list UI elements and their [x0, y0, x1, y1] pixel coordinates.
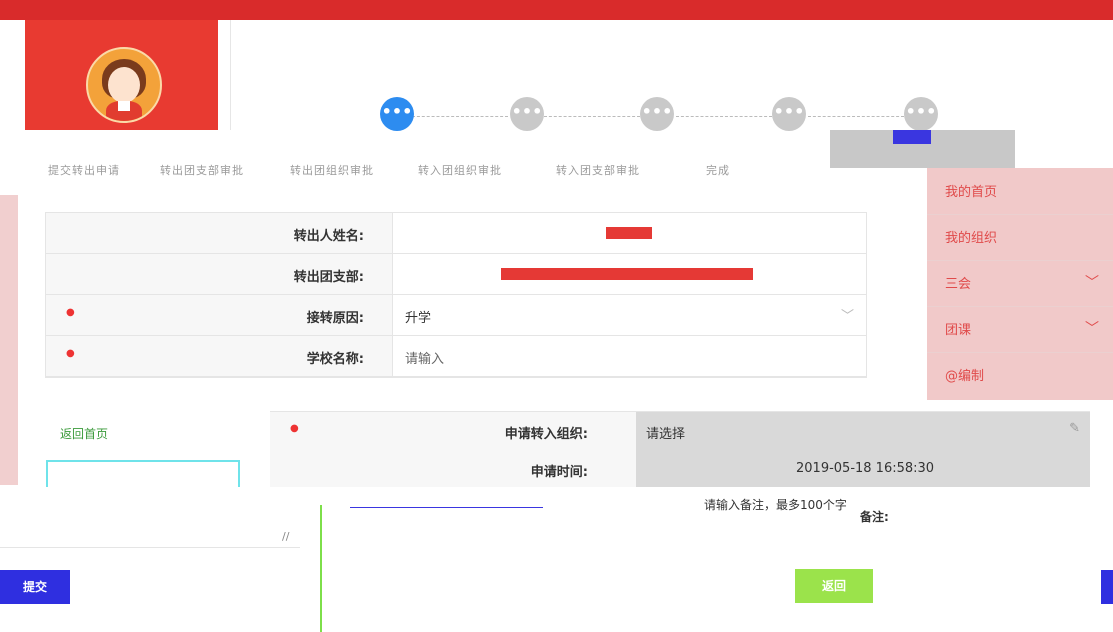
menu-item-label: 我的首页	[945, 185, 998, 200]
step-5-dot: •••	[904, 97, 938, 131]
school-name-placeholder: 请输入	[405, 352, 445, 367]
application-form-overlay: ● 申请转入组织: 请选择 ✎ 申请时间: 2019-05-18 16:58:3…	[270, 411, 1090, 489]
form-label-cell: ● 接转原因:	[46, 295, 393, 335]
step-3-dot: •••	[640, 97, 674, 131]
edit-icon[interactable]: ✎	[1069, 421, 1080, 436]
transfer-form: 转出人姓名: 转出团支部: ● 接转原因: 升学 ﹀ ● 学校名称: 请输入	[45, 212, 867, 378]
field-label: 申请时间:	[530, 465, 588, 480]
menu-item-label: 我的组织	[945, 231, 998, 246]
required-marker: ●	[66, 348, 75, 359]
target-org-select[interactable]: 请选择 ✎	[636, 412, 1090, 450]
remark-label: 备注:	[860, 510, 889, 524]
field-label: 申请转入组织:	[504, 427, 588, 442]
step-labels: 提交转出申请 转出团支部审批 转出团组织审批 转入团组织审批 转入团支部审批 完…	[0, 158, 850, 188]
chevron-down-icon: ﹀	[840, 309, 854, 324]
field-label: 学校名称:	[306, 352, 364, 367]
form-row-reason: ● 接转原因: 升学 ﹀	[46, 295, 866, 336]
reason-select[interactable]: 升学 ﹀	[393, 295, 866, 335]
step-connector	[676, 116, 772, 117]
field-label: 接转原因:	[306, 311, 364, 326]
left-edge-panel	[0, 195, 18, 485]
apply-time-value: 2019-05-18 16:58:30	[796, 461, 935, 476]
apply-time-field: 2019-05-18 16:58:30	[636, 450, 1090, 488]
redacted-value	[606, 227, 652, 239]
form-label-cell: 转出团支部:	[46, 254, 393, 294]
target-org-value: 请选择	[646, 427, 686, 442]
form-label-cell: 转出人姓名:	[46, 213, 393, 253]
form-row-school: ● 学校名称: 请输入	[46, 336, 866, 377]
form-row-apply-time: 申请时间: 2019-05-18 16:58:30	[270, 450, 1090, 489]
side-menu: 我的首页 我的组织 三会 ﹀ 团课 ﹀ @编制	[927, 168, 1113, 400]
step-connector	[544, 116, 640, 117]
step-2-dot: •••	[510, 97, 544, 131]
redacted-value	[501, 268, 753, 280]
avatar[interactable]	[86, 47, 162, 123]
blue-tab[interactable]	[893, 130, 931, 144]
required-marker: ●	[290, 423, 299, 434]
branch-value	[393, 254, 866, 294]
menu-item-staffing[interactable]: @编制	[927, 352, 1113, 398]
menu-item-lessons[interactable]: 团课 ﹀	[927, 306, 1113, 353]
focus-underline	[350, 507, 543, 508]
menu-item-label: 团课	[945, 323, 972, 338]
step-label: 转出团组织审批	[290, 164, 374, 177]
form-label-cell: ● 学校名称:	[46, 336, 393, 376]
step-connector	[808, 116, 904, 117]
avatar-collar	[118, 101, 130, 111]
form-row-name: 转出人姓名:	[46, 213, 866, 254]
required-marker: ●	[66, 307, 75, 318]
step-label: 转入团组织审批	[418, 164, 502, 177]
school-name-input[interactable]: 请输入	[393, 336, 866, 376]
step-label: 完成	[706, 164, 730, 177]
menu-item-organization[interactable]: 我的组织	[927, 214, 1113, 261]
step-4-dot: •••	[772, 97, 806, 131]
step-label: 转入团支部审批	[556, 164, 640, 177]
form-label-cell: 申请时间:	[270, 450, 636, 488]
top-header-bar	[0, 0, 1113, 20]
field-label: 转出人姓名:	[293, 229, 364, 244]
field-label: 转出团支部:	[293, 270, 364, 285]
back-button[interactable]: 返回	[795, 569, 873, 603]
submit-button[interactable]: 提交	[0, 570, 70, 604]
avatar-face	[108, 67, 140, 103]
divider	[320, 505, 322, 632]
name-value	[393, 213, 866, 253]
chevron-down-icon: ﹀	[1085, 321, 1099, 337]
home-link[interactable]: 返回首页	[60, 425, 108, 442]
step-label: 转出团支部审批	[160, 164, 244, 177]
step-1-dot: •••	[380, 97, 414, 131]
menu-item-label: @编制	[945, 369, 985, 384]
step-connector	[412, 116, 508, 117]
step-label: 提交转出申请	[48, 164, 120, 177]
form-row-target-org: ● 申请转入组织: 请选择 ✎	[270, 412, 1090, 451]
remark-placeholder: 请输入备注，最多100个字	[704, 498, 847, 512]
secondary-button[interactable]	[1101, 570, 1113, 604]
menu-item-meetings[interactable]: 三会 ﹀	[927, 260, 1113, 307]
reason-select-value: 升学	[405, 311, 432, 326]
remark-textarea[interactable]	[0, 487, 300, 548]
menu-item-label: 三会	[945, 277, 972, 292]
chevron-down-icon: ﹀	[1085, 275, 1099, 291]
form-label-cell: ● 申请转入组织:	[270, 412, 636, 450]
form-row-branch: 转出团支部:	[46, 254, 866, 295]
menu-item-home[interactable]: 我的首页	[927, 168, 1113, 215]
resize-grip-icon[interactable]: //	[282, 530, 289, 543]
